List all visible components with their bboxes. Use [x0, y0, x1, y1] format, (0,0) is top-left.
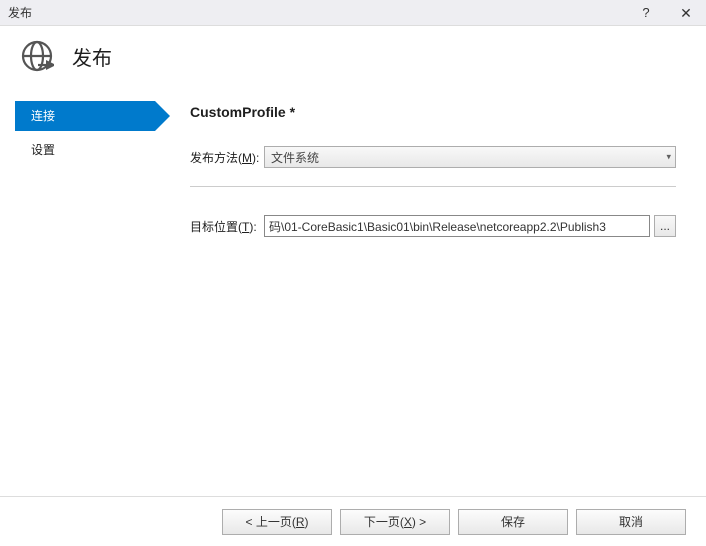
dialog-header: 发布	[0, 26, 706, 86]
publish-globe-icon	[20, 39, 54, 73]
help-button[interactable]: ?	[626, 0, 666, 26]
next-button[interactable]: 下一页(X) >	[340, 509, 450, 535]
sidebar-item-label: 设置	[31, 143, 55, 157]
target-location-input[interactable]	[264, 215, 650, 237]
prev-button[interactable]: < 上一页(R)	[222, 509, 332, 535]
sidebar-item-label: 连接	[31, 109, 55, 123]
browse-button[interactable]: ...	[654, 215, 676, 237]
cancel-button[interactable]: 取消	[576, 509, 686, 535]
publish-method-select[interactable]: 文件系统 ▾	[264, 146, 676, 168]
title-bar: 发布 ? ✕	[0, 0, 706, 26]
wizard-sidebar: 连接 设置	[0, 86, 160, 496]
publish-method-label: 发布方法(M):	[190, 149, 264, 166]
window-title: 发布	[8, 4, 626, 21]
select-value: 文件系统	[271, 149, 319, 166]
close-button[interactable]: ✕	[666, 0, 706, 26]
wizard-footer: < 上一页(R) 下一页(X) > 保存 取消	[0, 496, 706, 546]
publish-method-row: 发布方法(M): 文件系统 ▾	[190, 146, 676, 168]
sidebar-item-settings[interactable]: 设置	[15, 135, 160, 165]
dialog-title: 发布	[72, 42, 112, 71]
divider	[190, 186, 676, 187]
target-location-label: 目标位置(T):	[190, 218, 264, 235]
profile-name: CustomProfile *	[190, 104, 676, 120]
save-button[interactable]: 保存	[458, 509, 568, 535]
ellipsis-icon: ...	[660, 219, 670, 233]
chevron-down-icon: ▾	[666, 152, 671, 163]
target-location-row: 目标位置(T): ...	[190, 215, 676, 237]
wizard-main: CustomProfile * 发布方法(M): 文件系统 ▾ 目标位置(T):…	[160, 86, 706, 496]
sidebar-item-connection[interactable]: 连接	[15, 101, 155, 131]
